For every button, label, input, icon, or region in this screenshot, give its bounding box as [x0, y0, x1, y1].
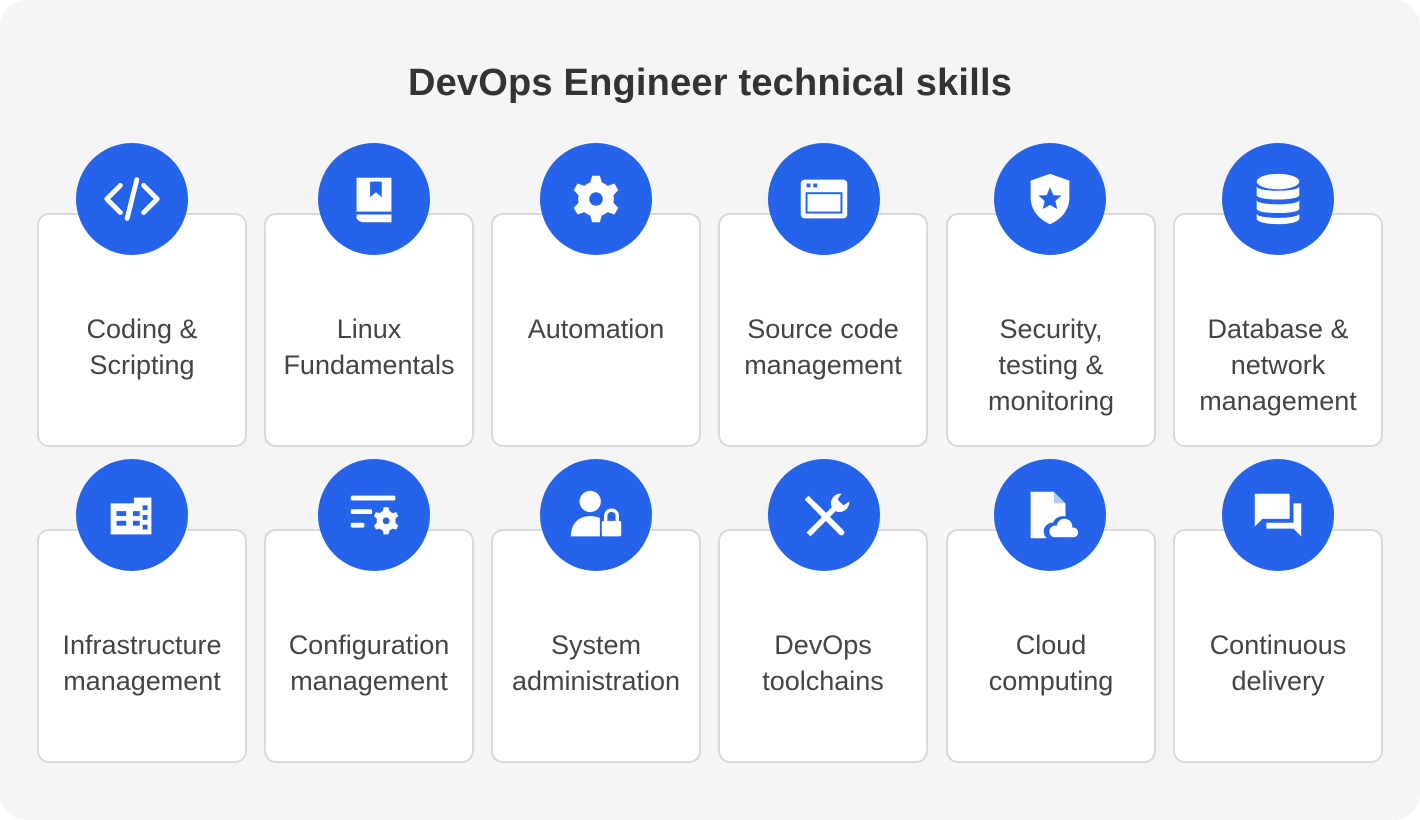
database-icon: [1222, 143, 1334, 255]
code-icon: [76, 143, 188, 255]
book-icon: [318, 143, 430, 255]
skill-label: Infrastructure management: [62, 630, 222, 696]
skill-label: Database & network management: [1199, 314, 1357, 416]
skill-label: Configuration management: [288, 630, 450, 696]
skill-label: Linux Fundamentals: [283, 314, 455, 380]
tools-icon: [768, 459, 880, 571]
page-title: DevOps Engineer technical skills: [407, 62, 1013, 104]
infographic-panel: DevOps Engineer technical skills Coding …: [0, 0, 1420, 820]
chat-bubbles-icon: [1222, 459, 1334, 571]
skill-label: Cloud computing: [988, 630, 1114, 696]
settings-list-icon: [318, 459, 430, 571]
skill-label: Coding & Scripting: [86, 314, 198, 380]
admin-lock-icon: [540, 459, 652, 571]
buildings-icon: [76, 459, 188, 571]
skill-label: Continuous delivery: [1209, 630, 1347, 696]
skill-label: Source code management: [744, 314, 902, 380]
skill-label: System administration: [511, 630, 681, 696]
gear-icon: [540, 143, 652, 255]
shield-star-icon: [994, 143, 1106, 255]
skill-label: Automation: [527, 314, 665, 344]
skill-label: DevOps toolchains: [762, 630, 884, 696]
skill-label: Security, testing & monitoring: [987, 314, 1115, 416]
browser-window-icon: [768, 143, 880, 255]
cloud-file-icon: [994, 459, 1106, 571]
